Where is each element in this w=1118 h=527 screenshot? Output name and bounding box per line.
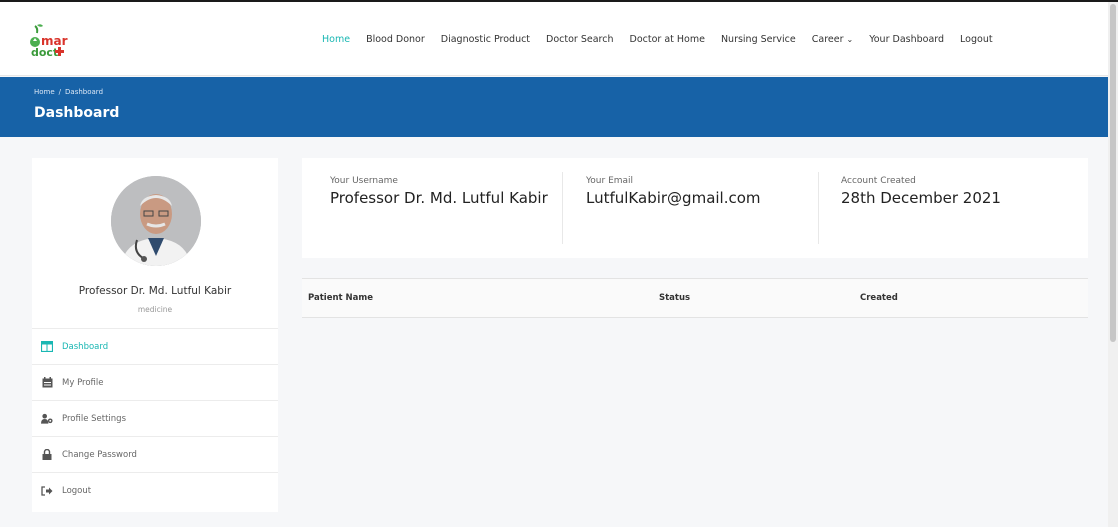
- sidebar-item-change-password[interactable]: Change Password: [32, 437, 278, 473]
- sidebar-item-label: Profile Settings: [62, 413, 126, 424]
- nav-doctor-at-home[interactable]: Doctor at Home: [630, 34, 705, 45]
- nav-logout[interactable]: Logout: [960, 34, 993, 45]
- nav-doctor-search[interactable]: Doctor Search: [546, 34, 613, 45]
- breadcrumb-current: Dashboard: [65, 88, 104, 96]
- lock-icon: [41, 449, 53, 461]
- created-label: Account Created: [841, 176, 916, 186]
- sign-out-icon: [41, 485, 53, 497]
- sidebar-item-label: My Profile: [62, 377, 104, 388]
- nav-blood-donor[interactable]: Blood Donor: [366, 34, 425, 45]
- username-block: Your Username Professor Dr. Md. Lutful K…: [330, 176, 550, 208]
- created-block: Account Created 28th December 2021: [841, 176, 1071, 208]
- avatar: [111, 176, 201, 266]
- nav-career[interactable]: Career ⌄: [812, 34, 853, 45]
- user-cog-icon: [41, 413, 53, 425]
- main-nav: Home Blood Donor Diagnostic Product Doct…: [322, 34, 993, 45]
- sidebar-menu: Dashboard My Profile Profile Settings Ch…: [32, 328, 278, 509]
- breadcrumb: Home / Dashboard: [34, 88, 103, 96]
- username-value: Professor Dr. Md. Lutful Kabir: [330, 189, 548, 207]
- profile-specialty: medicine: [137, 305, 173, 314]
- nav-diagnostic-product[interactable]: Diagnostic Product: [441, 34, 530, 45]
- table-header: Patient Name Status Created: [302, 278, 1088, 318]
- nav-career-label: Career: [811, 34, 844, 45]
- brand-logo[interactable]: mar doct: [28, 21, 84, 59]
- sidebar-item-profile-settings[interactable]: Profile Settings: [32, 401, 278, 437]
- dashboard-icon: [41, 341, 53, 353]
- svg-text:doct: doct: [31, 46, 58, 59]
- page-title: Dashboard: [34, 105, 120, 121]
- sidebar-item-label: Logout: [62, 486, 92, 496]
- profile-sidebar: Professor Dr. Md. Lutful Kabir medicine …: [32, 158, 278, 512]
- patients-table: Patient Name Status Created: [302, 278, 1088, 512]
- username-label: Your Username: [330, 176, 398, 186]
- profile-name: Professor Dr. Md. Lutful Kabir: [78, 285, 232, 297]
- account-info-card: Your Username Professor Dr. Md. Lutful K…: [302, 158, 1088, 258]
- created-value: 28th December 2021: [841, 189, 1001, 207]
- nav-nursing-service[interactable]: Nursing Service: [721, 34, 796, 45]
- scrollbar-thumb[interactable]: [1110, 4, 1116, 342]
- column-status: Status: [659, 293, 691, 303]
- sidebar-item-label: Change Password: [62, 449, 137, 460]
- chevron-down-icon: ⌄: [846, 35, 854, 44]
- sidebar-item-dashboard[interactable]: Dashboard: [32, 329, 278, 365]
- nav-home[interactable]: Home: [322, 34, 350, 45]
- page-banner: [0, 77, 1118, 137]
- email-block: Your Email LutfulKabir@gmail.com: [586, 176, 816, 208]
- column-created: Created: [860, 293, 898, 303]
- nav-your-dashboard[interactable]: Your Dashboard: [869, 34, 944, 45]
- email-label: Your Email: [586, 176, 634, 186]
- column-divider: [562, 172, 563, 244]
- column-divider: [818, 172, 819, 244]
- sidebar-item-logout[interactable]: Logout: [32, 473, 278, 509]
- site-header: mar doct Home Blood Donor Diagnostic Pro…: [0, 2, 1118, 76]
- breadcrumb-separator: /: [58, 88, 62, 96]
- column-patient-name: Patient Name: [308, 293, 374, 303]
- sidebar-item-my-profile[interactable]: My Profile: [32, 365, 278, 401]
- email-value: LutfulKabir@gmail.com: [586, 189, 761, 207]
- breadcrumb-home[interactable]: Home: [34, 88, 55, 96]
- calendar-icon: [41, 377, 53, 389]
- sidebar-item-label: Dashboard: [62, 341, 109, 352]
